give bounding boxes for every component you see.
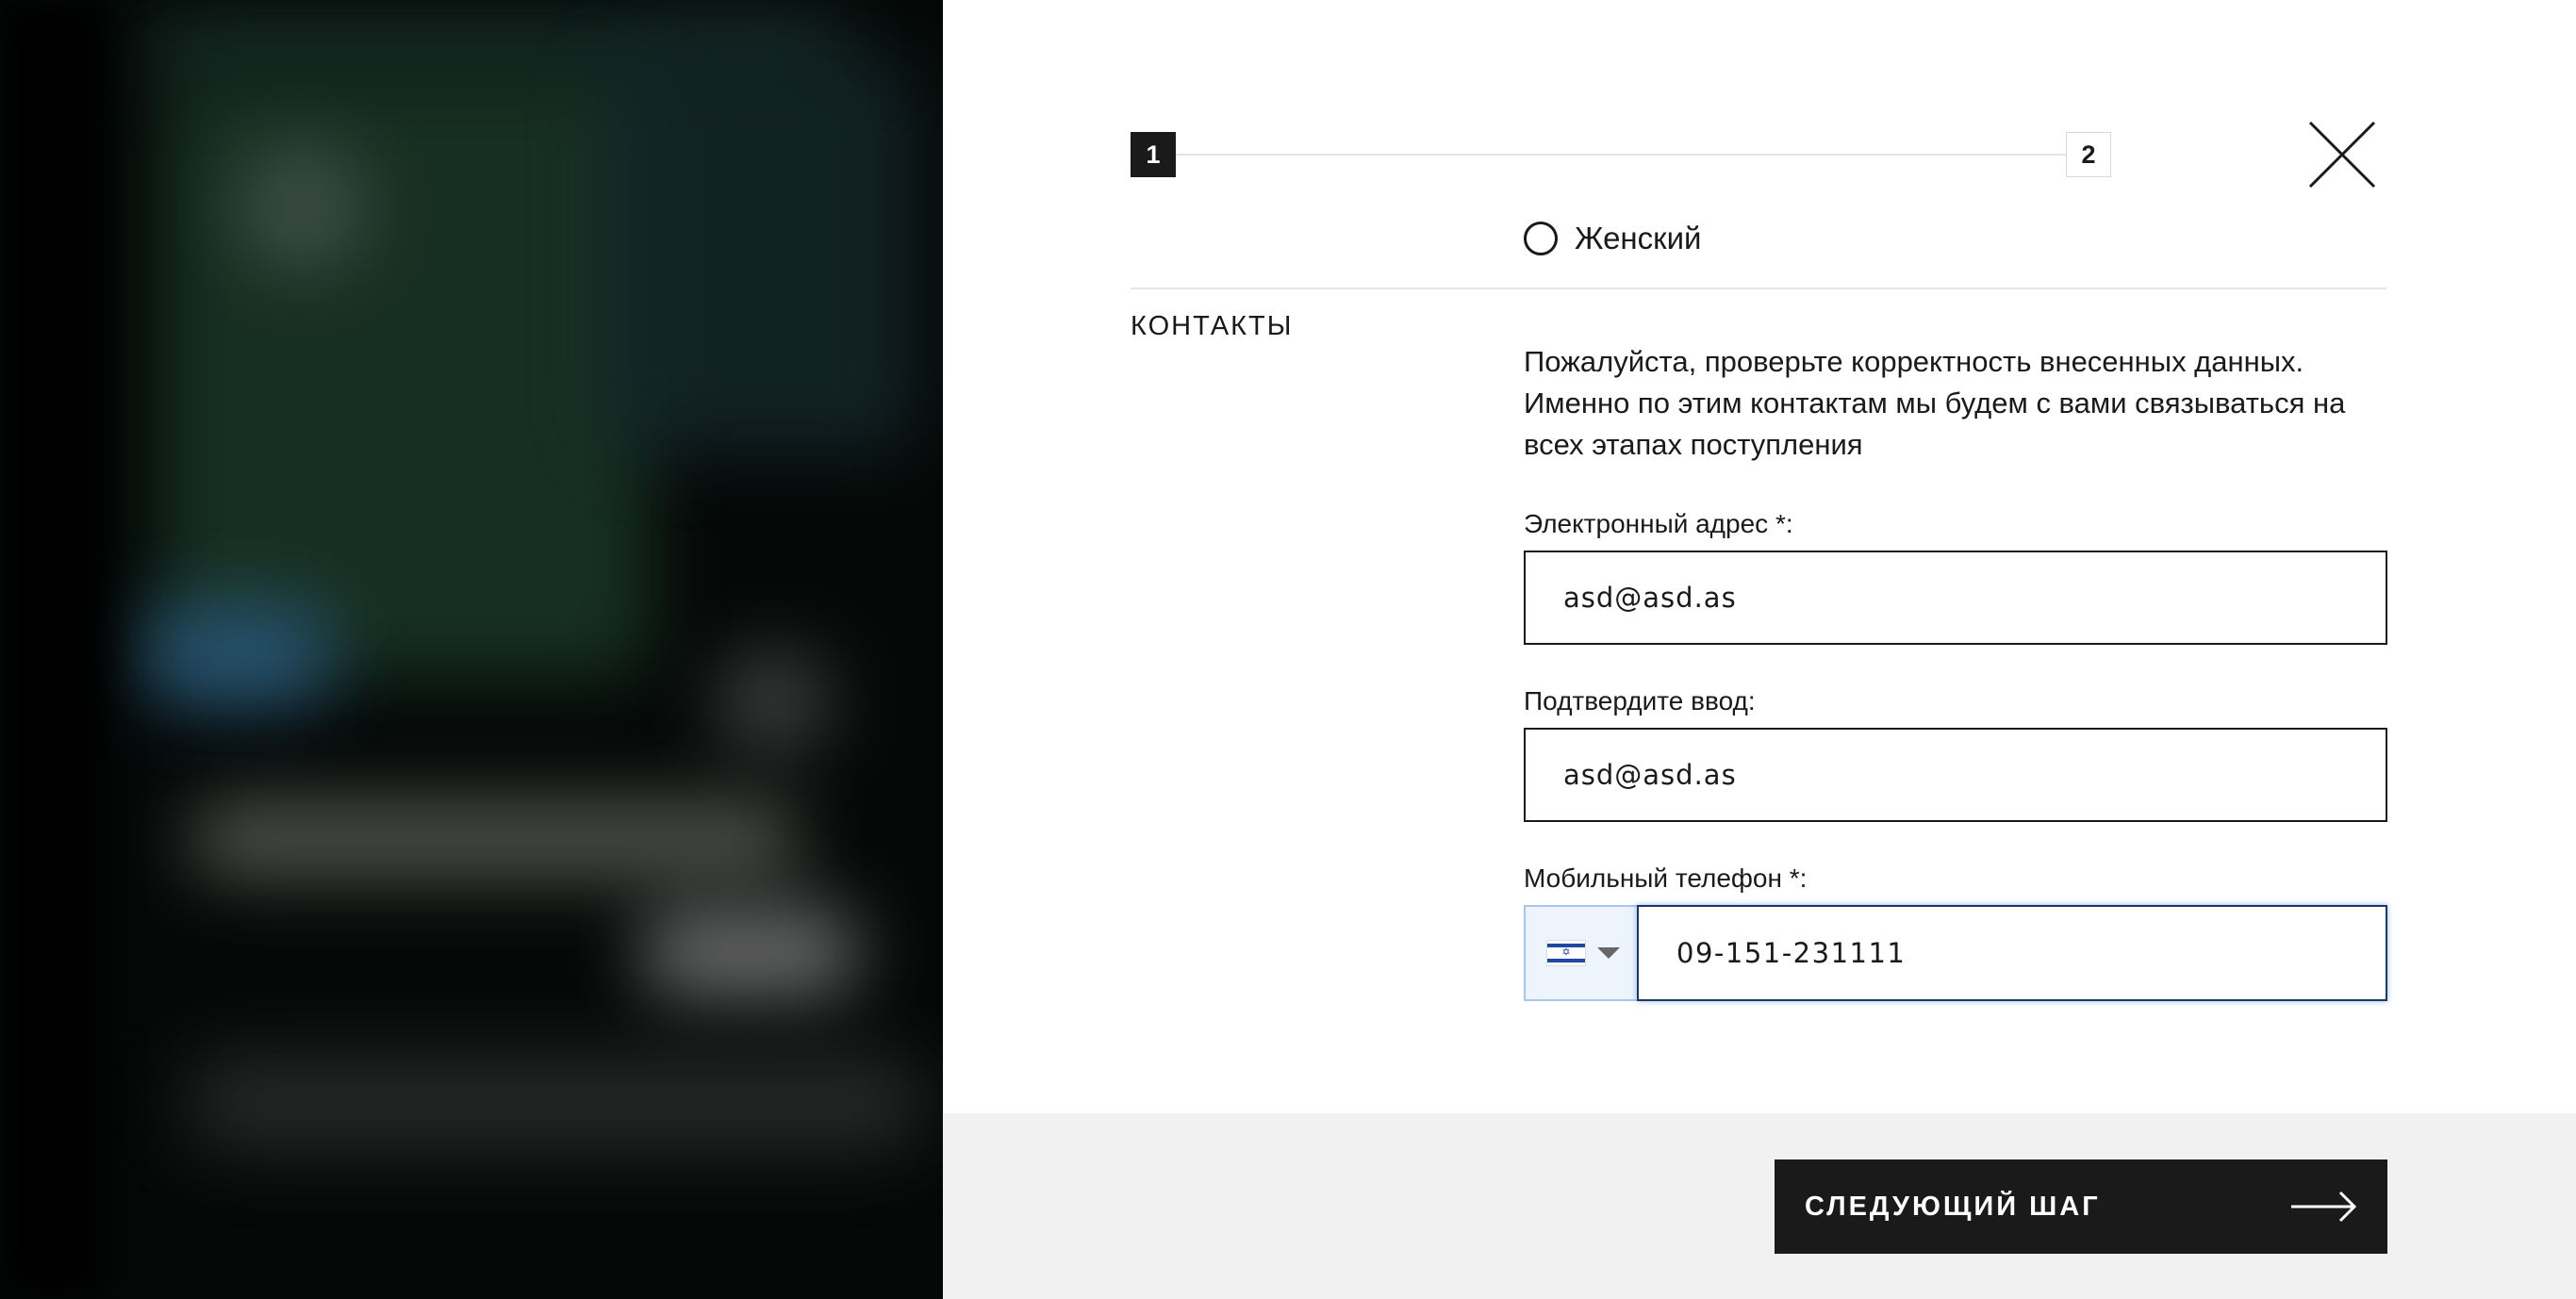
- close-button[interactable]: [2306, 119, 2378, 190]
- chevron-down-icon: [1597, 947, 1620, 959]
- section-divider: [1131, 288, 2386, 289]
- next-step-button[interactable]: СЛЕДУЮЩИЙ ШАГ: [1775, 1159, 2387, 1254]
- country-code-select[interactable]: ✡: [1524, 905, 1639, 1001]
- next-step-label: СЛЕДУЮЩИЙ ШАГ: [1805, 1191, 2101, 1222]
- registration-modal: [943, 0, 2576, 1299]
- radio-button[interactable]: [1524, 222, 1558, 255]
- stepper-line: [1176, 154, 2066, 156]
- close-icon: [2308, 121, 2376, 189]
- phone-field-group: ✡: [1524, 905, 2387, 1001]
- email-confirm-label: Подтвердите ввод:: [1524, 686, 1756, 715]
- gender-female-option[interactable]: Женский: [1524, 221, 1701, 256]
- contacts-info-text: Пожалуйста, проверьте корректность внесе…: [1524, 345, 2346, 461]
- blurred-background-page: [0, 0, 943, 1299]
- gender-female-label: Женский: [1575, 221, 1702, 255]
- phone-field[interactable]: [1637, 905, 2387, 1001]
- email-label: Электронный адрес *:: [1524, 509, 1793, 538]
- israel-flag-icon: ✡: [1546, 940, 1586, 966]
- email-confirm-field[interactable]: [1524, 728, 2387, 822]
- step-2-indicator[interactable]: 2: [2066, 132, 2111, 177]
- arrow-right-icon: [2291, 1191, 2357, 1223]
- step-1-indicator[interactable]: 1: [1131, 132, 1176, 177]
- contacts-section-title: КОНТАКТЫ: [1131, 311, 1294, 341]
- phone-label: Мобильный телефон *:: [1524, 863, 1808, 893]
- email-field[interactable]: [1524, 551, 2387, 645]
